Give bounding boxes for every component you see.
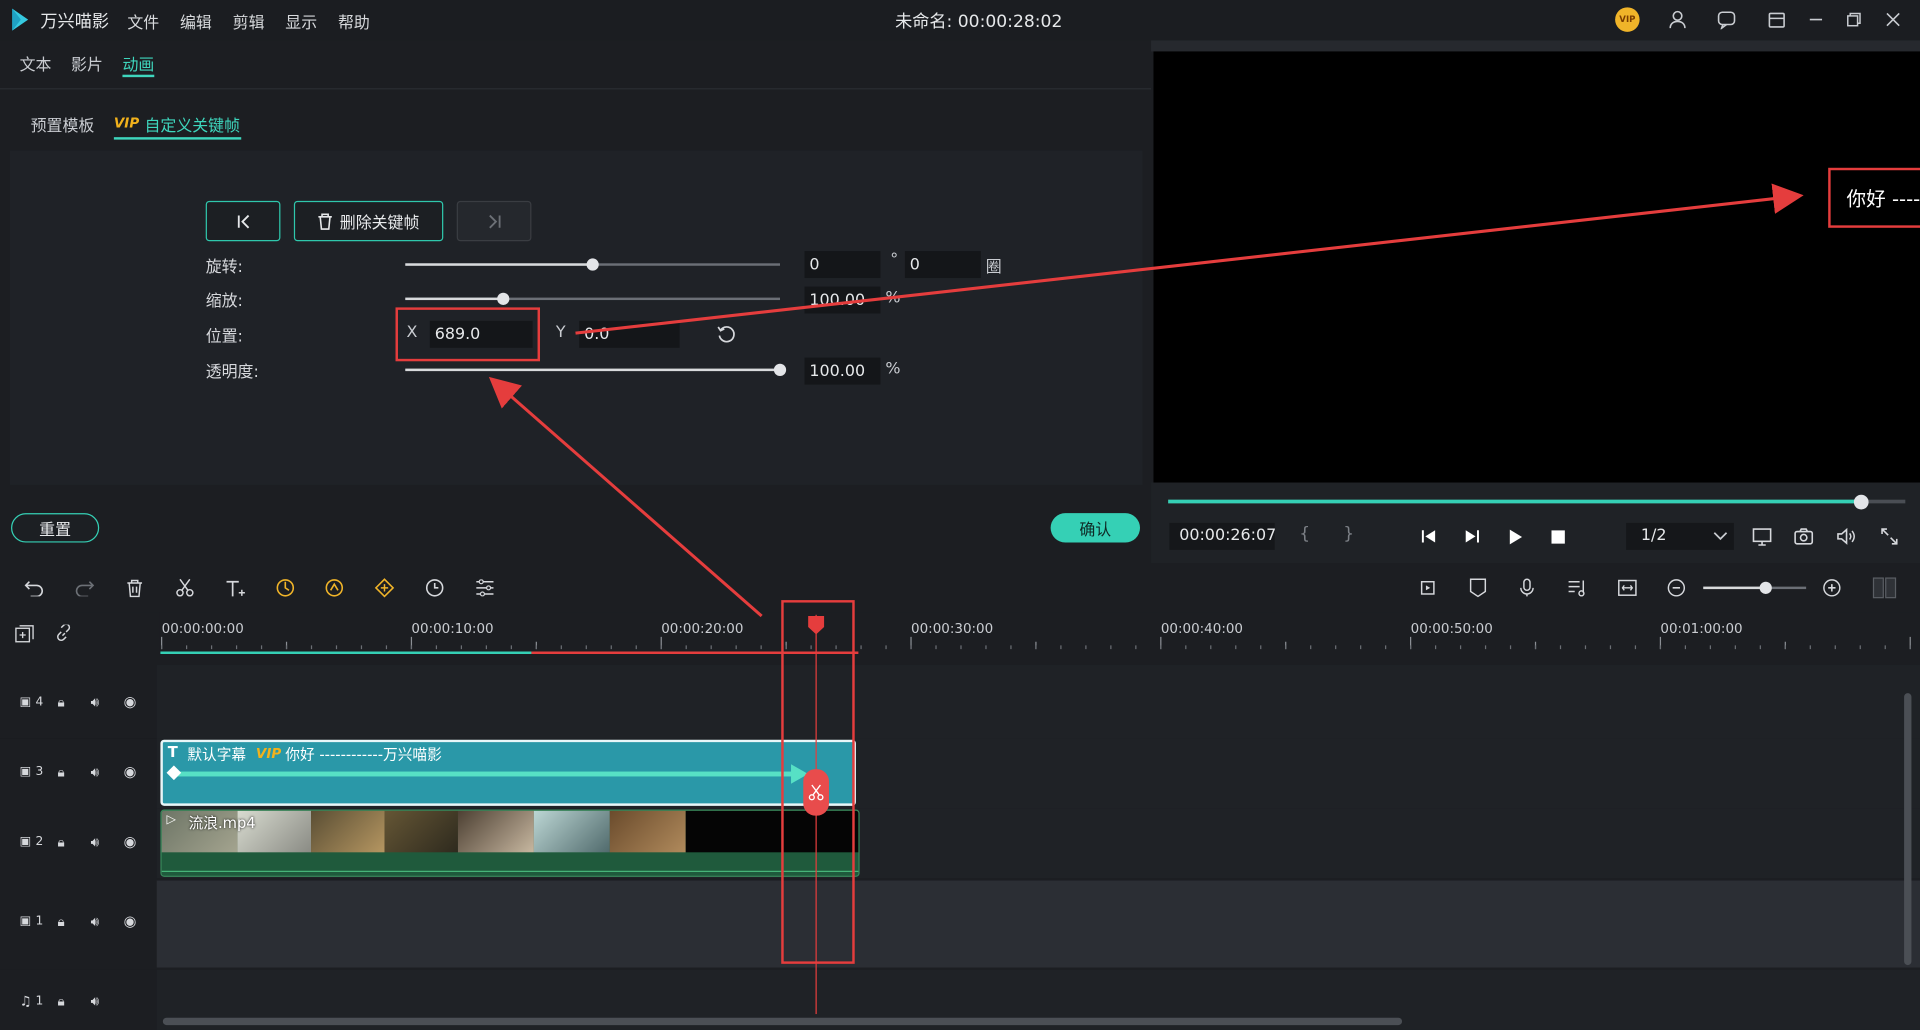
annotation-arrows (488, 183, 1804, 618)
